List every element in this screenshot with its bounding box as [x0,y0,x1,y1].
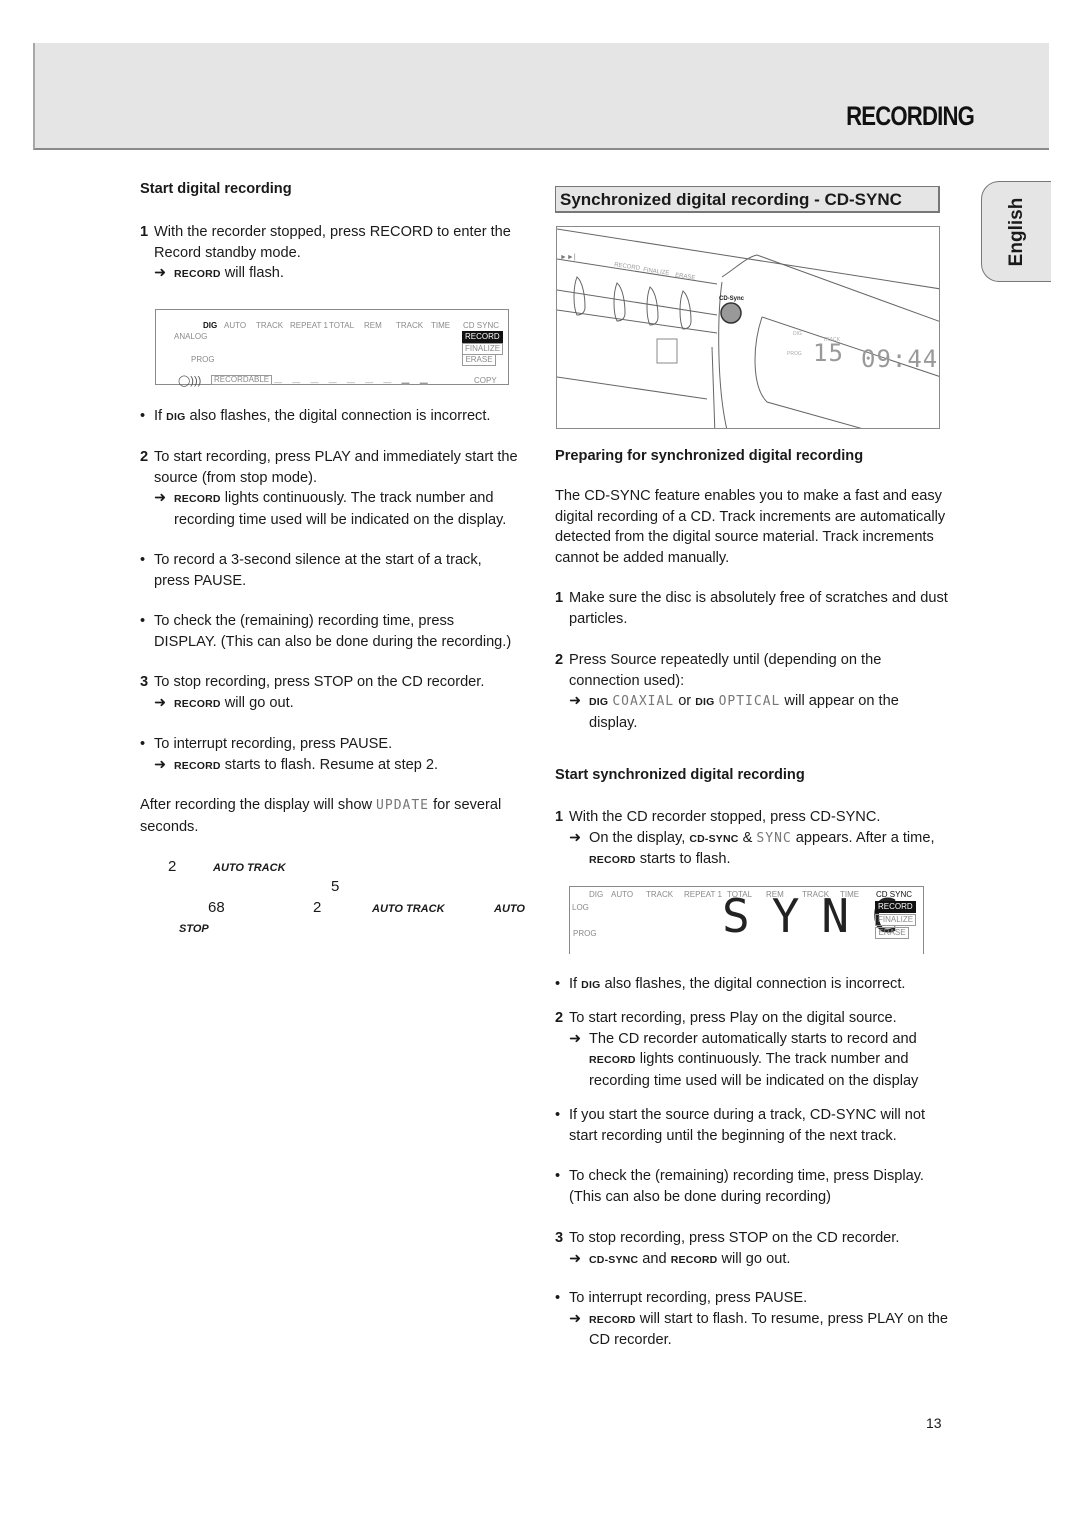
device-lcd-prog: PROG [787,351,802,357]
left-bullet-silence: • To record a 3-second silence at the sta… [140,552,482,589]
language-tab-label: English [1005,197,1027,266]
cd-recorder-illustration: ►►| RECORD FINALIZE ERASE CD-Sync DIG TR… [556,226,940,429]
device-drawing [557,228,939,428]
lcd-label-repeat: REPEAT 1 [290,321,328,330]
arrow-icon: ➜ [154,694,167,711]
sync-step-3: 3 To stop recording, press STOP on the CD… [555,1228,950,1270]
sync-bullet-check-time: • To check the (remaining) recording time… [555,1168,924,1205]
lcd-label-copy: COPY [474,376,497,385]
prep-step-1: 1 Make sure the disc is absolutely free o… [555,590,948,627]
record-tag: RECORD [174,493,221,506]
dig-tag: DIG [166,411,186,423]
section-heading-start-sync: Start synchronized digital recording [555,767,805,783]
fragment-text: STOP [179,923,209,935]
fragment-text: AUTO TRACK [372,903,445,915]
header-band [33,43,1049,150]
lcd-update-text: UPDATE [376,798,430,813]
page-title: RECORDING [846,101,975,131]
fragment-text: 5 [331,878,340,895]
lcd-label-track2: TRACK [396,321,424,330]
arrow-icon: ➜ [569,1030,582,1047]
lcd-label-track: TRACK [256,321,284,330]
skip-icon: ►►| [560,254,576,261]
lcd-track-bars: — — — — — — — ▬ ▬ [274,378,432,387]
arrow-icon: ➜ [154,490,167,507]
left-bullet-check-time: • To check the (remaining) recording time… [140,613,512,650]
cd-sync-button [720,302,742,324]
section-heading-preparing: Preparing for synchronized digital recor… [555,448,864,464]
bullet-icon: • [140,408,146,424]
arrow-icon: ➜ [154,265,167,282]
arrow-icon: ➜ [569,693,582,710]
record-tag: RECORD [174,759,221,772]
record-tag: RECORD [174,697,221,710]
bullet-icon: • [555,976,561,992]
prep-step-2: 2 Press Source repeatedly until (dependin… [555,652,899,731]
bullet-icon: • [555,1107,561,1123]
fragment-text: AUTO TRACK [213,862,286,874]
sync-step-2: 2 To start recording, press Play on the d… [555,1010,919,1089]
left-step-1: 1 With the recorder stopped, press RECORD… [140,222,520,285]
device-label-cdsync: CD-Sync [719,296,745,302]
bullet-icon: • [140,552,146,568]
disc-signal-icon: ◯))) [178,375,202,387]
device-lcd-time-value: 09:44 [861,345,939,373]
lcd-label-rem: REM [364,321,382,330]
sync-bullet-source: • If you start the source during a track,… [555,1107,926,1144]
section-heading-start-digital: Start digital recording [140,181,292,197]
fragment-text: 2 [313,899,322,916]
lcd-label-prog: PROG [191,355,215,364]
prep-paragraph: The CD-SYNC feature enables you to make … [555,488,946,566]
page-number: 13 [926,1415,942,1431]
sync-bullet-interrupt: • To interrupt recording, press PAUSE. ➜ R… [555,1290,948,1349]
sync-bullet-dig: • If DIG also flashes, the digital connec… [555,974,950,996]
lcd-record-indicator: RECORD [462,331,503,343]
step-number: 1 [140,224,149,240]
arrow-icon: ➜ [569,1310,582,1327]
device-lcd-track-value: 15 [813,339,844,367]
bullet-icon: • [140,613,146,629]
lcd-label-total: TOTAL [329,321,355,330]
lcd-display-sync: DIG AUTO TRACK REPEAT 1 TOTAL REM TRACK … [569,886,924,954]
lcd-sync-text: SYNC [756,830,792,846]
lcd-optical-text: OPTICAL [718,694,781,710]
lcd-display-standby: DIG AUTO TRACK REPEAT 1 TOTAL REM TRACK … [155,309,509,387]
lcd-label-time: TIME [431,321,451,330]
bullet-icon: • [555,1290,561,1306]
step-number: 3 [140,674,149,690]
lcd-label-analog: ANALOG [174,332,208,341]
arrow-icon: ➜ [569,829,582,846]
bullet-icon: • [140,736,146,752]
step-text: With the recorder stopped, press RECORD … [154,224,511,261]
arrow-icon: ➜ [569,1250,582,1267]
result-text: will flash. [220,265,284,282]
left-after-recording: After recording the display will show UP… [140,797,502,835]
step-number: 2 [140,449,149,465]
language-tab: English [981,181,1051,282]
lcd-label-dig: DIG [203,321,218,330]
device-lcd-dig: DIG [793,331,802,337]
fragment-text: 68 [208,899,225,916]
section-title-cd-sync: Synchronized digital recording - CD-SYNC [555,186,940,213]
left-bullet-dig: • If DIG also flashes, the digital connec… [140,406,520,428]
record-tag: RECORD [174,268,221,281]
step-text: To start recording, press PLAY and immed… [154,449,518,486]
lcd-coaxial-text: COAXIAL [612,694,675,710]
lcd-erase-indicator: ERASE [462,354,496,366]
lcd-label-cdsync: CD SYNC [463,321,500,330]
arrow-icon: ➜ [154,756,167,773]
left-step-3: 3 To stop recording, press STOP on the CD… [140,672,520,714]
left-step-2: 2 To start recording, press PLAY and imme… [140,449,518,528]
left-bullet-interrupt: • To interrupt recording, press PAUSE. ➜ R… [140,734,520,776]
sync-step-1: 1 With the CD recorder stopped, press CD-… [555,809,935,868]
bullet-icon: • [555,1168,561,1184]
lcd-recordable-indicator: RECORDABLE [211,375,273,385]
lcd-label-auto: AUTO [224,321,247,330]
fragment-text: AUTO [494,903,525,915]
fragment-text: 2 [168,858,177,875]
